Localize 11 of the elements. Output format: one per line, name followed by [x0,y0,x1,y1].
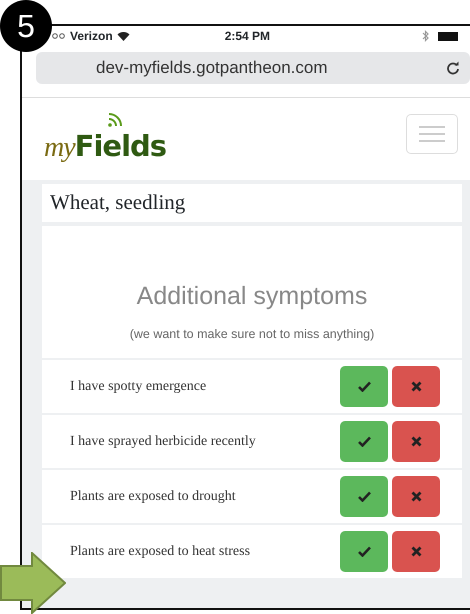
page-title: Wheat, seedling [42,184,462,222]
status-time: 2:54 PM [224,28,270,45]
step-number: 5 [0,0,52,52]
symptom-label: Plants are exposed to drought [70,488,236,506]
symptom-label: I have sprayed herbicide recently [70,432,256,451]
symptom-label: Plants are exposed to heat stress [70,542,250,561]
section-subheading: (we want to make sure not to miss anything) [128,326,376,343]
logo[interactable]: myFields [44,129,166,163]
symptom-label: I have spotty emergence [70,378,206,396]
carrier-name: Verizon [70,28,113,45]
section-heading: Additional symptoms [136,280,368,312]
